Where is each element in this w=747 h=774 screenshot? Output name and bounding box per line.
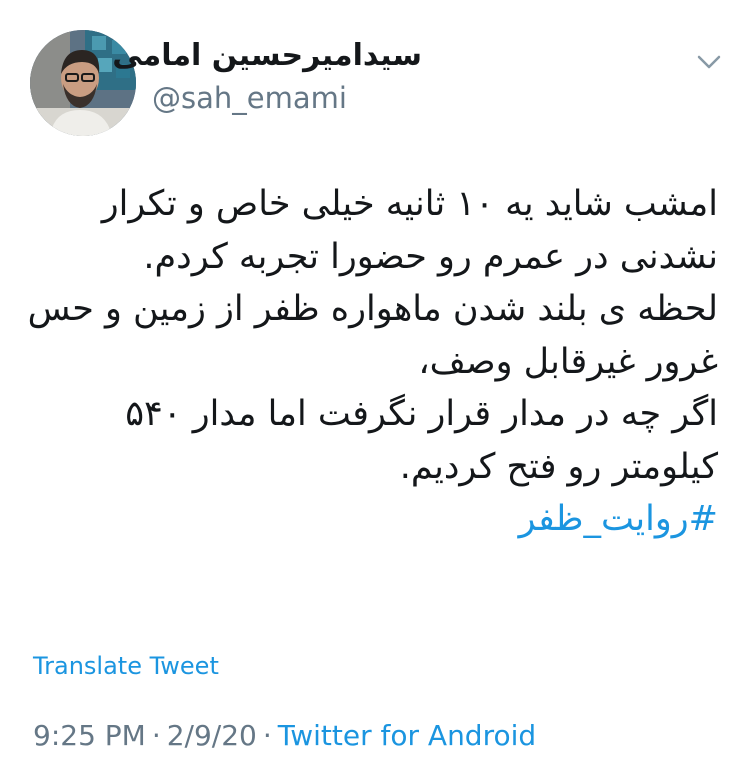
tweet-text-line: امشب شاید یه ۱۰ ثانیه خیلی خاص و تکرار bbox=[101, 184, 718, 224]
chevron-down-icon[interactable] bbox=[694, 48, 724, 76]
tweet-source-link[interactable]: Twitter for Android bbox=[278, 719, 536, 752]
tweet-text-line: لحظه ی بلند شدن ماهواره ظفر از زمین و حس bbox=[27, 289, 718, 329]
meta-separator: · bbox=[151, 719, 161, 752]
author-display-name[interactable]: سیدامیرحسین امامی bbox=[112, 36, 422, 76]
tweet-text-line: اگر چه در مدار قرار نگرفت اما مدار ۵۴۰ bbox=[125, 394, 718, 434]
tweet-time[interactable]: 9:25 PM bbox=[33, 719, 146, 752]
meta-separator: · bbox=[262, 719, 272, 752]
tweet-text-line: کیلومتر رو فتح کردیم. bbox=[399, 446, 718, 487]
author-handle[interactable]: @sah_emami bbox=[152, 80, 347, 116]
tweet-date[interactable]: 2/9/20 bbox=[167, 719, 257, 752]
translate-tweet-link[interactable]: Translate Tweet bbox=[33, 650, 219, 682]
tweet-meta: 9:25 PM · 2/9/20 · Twitter for Android bbox=[33, 717, 536, 755]
hashtag-link[interactable]: #روایت_ظفر bbox=[28, 493, 718, 546]
tweet-text-line: نشدنی در عمرم رو حضورا تجربه کردم. bbox=[143, 236, 718, 277]
tweet-text-line: غرور غیرقابل وصف، bbox=[418, 341, 718, 382]
tweet-text: امشب شاید یه ۱۰ ثانیه خیلی خاص و تکرار ن… bbox=[28, 178, 718, 546]
tweet-card: سیدامیرحسین امامی @sah_emami امشب شاید ی… bbox=[0, 0, 747, 774]
